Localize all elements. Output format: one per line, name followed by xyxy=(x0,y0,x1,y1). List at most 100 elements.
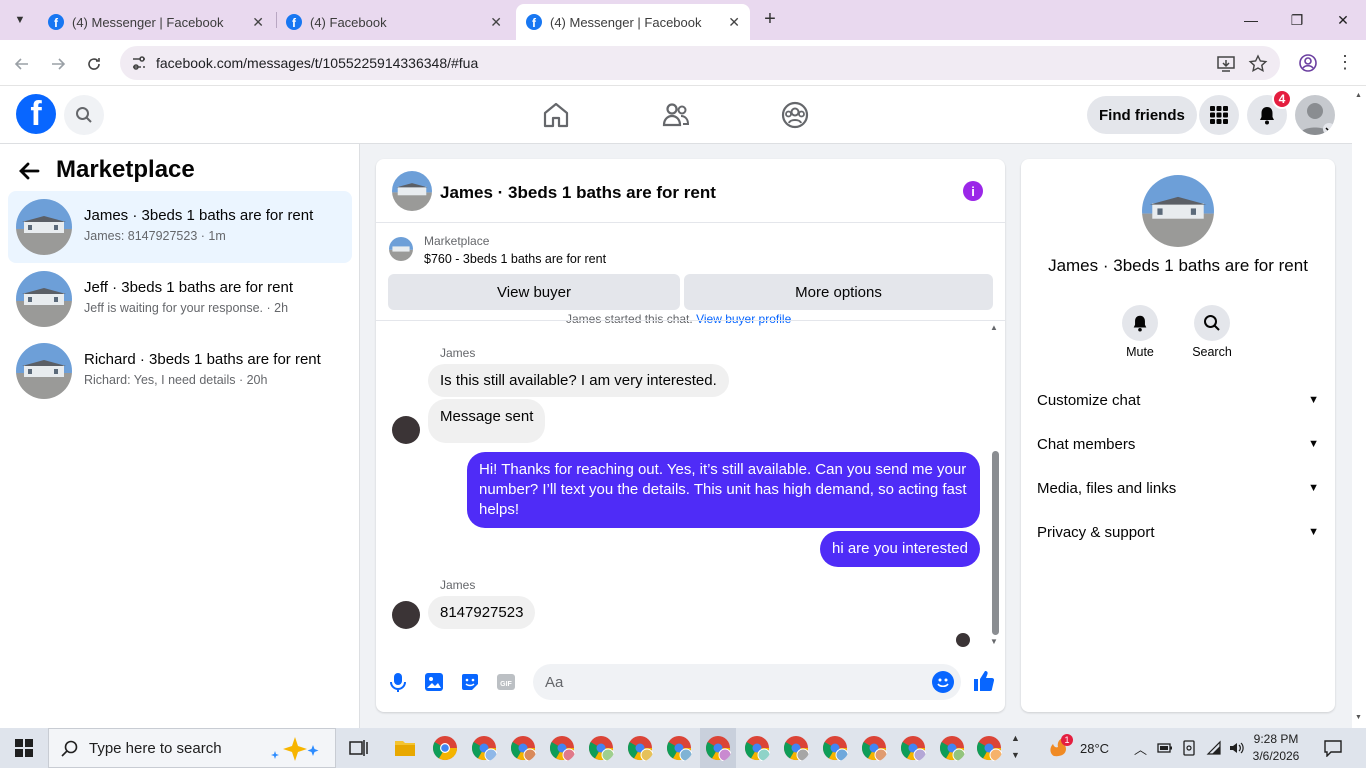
wifi-icon[interactable] xyxy=(1206,740,1222,756)
thumbs-up-icon[interactable] xyxy=(972,669,996,693)
chat-info-panel: James · 3beds 1 baths are for rent Mute … xyxy=(1021,159,1335,712)
new-tab-button[interactable]: + xyxy=(758,8,782,31)
conversation-name: Jeff · 3beds 1 baths are for rent xyxy=(84,279,294,296)
conversation-name: Richard · 3beds 1 baths are for rent xyxy=(84,351,321,368)
chrome-profile-icon[interactable] xyxy=(938,734,966,762)
search-in-chat-button[interactable] xyxy=(1194,305,1230,341)
close-tab-icon[interactable]: ✕ xyxy=(490,14,502,31)
groups-icon[interactable] xyxy=(780,100,810,130)
facebook-search-button[interactable] xyxy=(64,95,104,135)
find-friends-button[interactable]: Find friends xyxy=(1087,96,1197,134)
chevron-down-icon: ▼ xyxy=(1308,394,1319,406)
sticker-icon[interactable] xyxy=(459,671,481,693)
taskbar-overflow-arrows-icon[interactable]: ▲ ▼ xyxy=(1011,730,1020,764)
restore-window-icon[interactable]: ❐ xyxy=(1274,0,1320,40)
scroll-down-arrow-icon[interactable]: ▼ xyxy=(1355,714,1362,721)
customize-chat-row[interactable]: Customize chat ▼ xyxy=(1037,382,1319,418)
show-hidden-icons-chevron-icon[interactable]: ︿ xyxy=(1134,728,1147,768)
mute-button[interactable] xyxy=(1122,305,1158,341)
row-label: Customize chat xyxy=(1037,391,1141,409)
windows-start-icon[interactable] xyxy=(0,728,48,768)
chat-scrollbar-thumb[interactable] xyxy=(992,451,999,635)
scroll-down-arrow-icon[interactable]: ▼ xyxy=(990,637,998,646)
back-icon[interactable] xyxy=(10,52,34,76)
browser-tab-2[interactable]: f (4) Facebook ✕ xyxy=(276,4,512,40)
chrome-profile-icon[interactable] xyxy=(665,734,693,762)
chrome-profile-icon[interactable] xyxy=(626,734,654,762)
chat-members-row[interactable]: Chat members ▼ xyxy=(1037,426,1319,462)
outgoing-message[interactable]: Hi! Thanks for reaching out. Yes, it’s s… xyxy=(467,452,980,528)
home-icon[interactable] xyxy=(541,100,571,130)
scroll-up-arrow-icon[interactable]: ▲ xyxy=(990,323,998,332)
browser-tab-1[interactable]: f (4) Messenger | Facebook ✕ xyxy=(38,4,274,40)
site-settings-icon[interactable] xyxy=(130,54,148,72)
page-scrollbar[interactable]: ▲ ▼ xyxy=(1352,86,1366,728)
chrome-profile-icon[interactable] xyxy=(975,734,1003,762)
incoming-message[interactable]: Message sent xyxy=(428,399,546,443)
media-files-links-row[interactable]: Media, files and links ▼ xyxy=(1037,470,1319,506)
chrome-profile-icon[interactable] xyxy=(509,734,537,762)
menu-grid-button[interactable] xyxy=(1199,95,1239,135)
more-options-button[interactable]: More options xyxy=(684,274,993,310)
browser-menu-icon[interactable]: ⋮ xyxy=(1336,52,1354,73)
message-input[interactable]: Aa xyxy=(533,664,961,700)
minimize-window-icon[interactable]: — xyxy=(1228,0,1274,40)
url-field[interactable]: facebook.com/messages/t/1055225914336348… xyxy=(120,46,1280,80)
close-tab-icon[interactable]: ✕ xyxy=(252,14,264,31)
reload-icon[interactable] xyxy=(82,52,106,76)
scroll-up-arrow-icon[interactable]: ▲ xyxy=(1355,92,1362,99)
volume-icon[interactable] xyxy=(1228,740,1246,756)
chrome-profile-icon[interactable] xyxy=(860,734,888,762)
chrome-profile-icon[interactable] xyxy=(587,734,615,762)
profile-icon[interactable] xyxy=(1298,53,1318,73)
chat-title[interactable]: James · 3beds 1 baths are for rent xyxy=(440,183,716,203)
view-buyer-button[interactable]: View buyer xyxy=(388,274,680,310)
chrome-icon[interactable] xyxy=(431,734,459,762)
device-icon[interactable] xyxy=(1182,740,1196,756)
temperature-text[interactable]: 28°C xyxy=(1080,728,1109,768)
chrome-profile-icon[interactable] xyxy=(743,734,771,762)
forward-icon[interactable] xyxy=(46,52,70,76)
tab-search-menu-icon[interactable]: ▼ xyxy=(8,8,32,32)
incoming-message[interactable]: Is this still available? I am very inter… xyxy=(428,364,729,397)
privacy-support-row[interactable]: Privacy & support ▼ xyxy=(1037,514,1319,550)
chrome-profile-icon[interactable] xyxy=(899,734,927,762)
photo-icon[interactable] xyxy=(423,671,445,693)
emoji-icon[interactable] xyxy=(932,671,954,693)
close-window-icon[interactable]: ✕ xyxy=(1320,0,1366,40)
account-avatar[interactable] xyxy=(1295,95,1335,135)
sender-avatar[interactable] xyxy=(392,416,420,444)
browser-tab-3-active[interactable]: f (4) Messenger | Facebook ✕ xyxy=(516,4,750,40)
chrome-profile-icon[interactable] xyxy=(470,734,498,762)
chrome-profile-icon-active[interactable] xyxy=(704,734,732,762)
friends-icon[interactable] xyxy=(661,100,691,130)
conversation-preview: Richard: Yes, I need details · 20h xyxy=(84,373,268,387)
bookmark-star-icon[interactable] xyxy=(1248,54,1268,74)
task-view-icon[interactable] xyxy=(349,739,369,757)
view-buyer-profile-link[interactable]: View buyer profile xyxy=(696,312,791,326)
listing-price-title[interactable]: $760 - 3beds 1 baths are for rent xyxy=(424,252,606,266)
battery-icon[interactable] xyxy=(1157,742,1173,754)
chrome-profile-icon[interactable] xyxy=(782,734,810,762)
chrome-profile-icon[interactable] xyxy=(548,734,576,762)
incoming-message[interactable]: 8147927523 xyxy=(428,596,536,629)
gif-icon[interactable]: GIF xyxy=(495,671,517,693)
conversation-item-jeff[interactable]: Jeff · 3beds 1 baths are for rent Jeff i… xyxy=(8,263,352,335)
info-icon[interactable]: i xyxy=(963,181,983,201)
facebook-logo-icon[interactable]: f xyxy=(16,94,56,134)
back-arrow-icon[interactable] xyxy=(18,160,40,189)
chrome-profile-icon[interactable] xyxy=(821,734,849,762)
install-app-icon[interactable] xyxy=(1216,54,1236,74)
file-explorer-icon[interactable] xyxy=(394,738,416,758)
conversation-item-james[interactable]: James · 3beds 1 baths are for rent James… xyxy=(8,191,352,263)
sender-avatar[interactable] xyxy=(392,601,420,629)
chat-listing-thumbnail[interactable] xyxy=(392,171,432,211)
notification-center-icon[interactable] xyxy=(1323,739,1343,757)
taskbar-search-box[interactable]: Type here to search xyxy=(48,728,336,768)
system-clock[interactable]: 9:28 PM 3/6/2026 xyxy=(1246,731,1306,765)
outgoing-message[interactable]: hi are you interested xyxy=(820,531,980,567)
svg-text:GIF: GIF xyxy=(500,681,512,688)
microphone-icon[interactable] xyxy=(387,671,409,693)
close-tab-icon[interactable]: ✕ xyxy=(728,14,740,31)
conversation-item-richard[interactable]: Richard · 3beds 1 baths are for rent Ric… xyxy=(8,335,352,407)
